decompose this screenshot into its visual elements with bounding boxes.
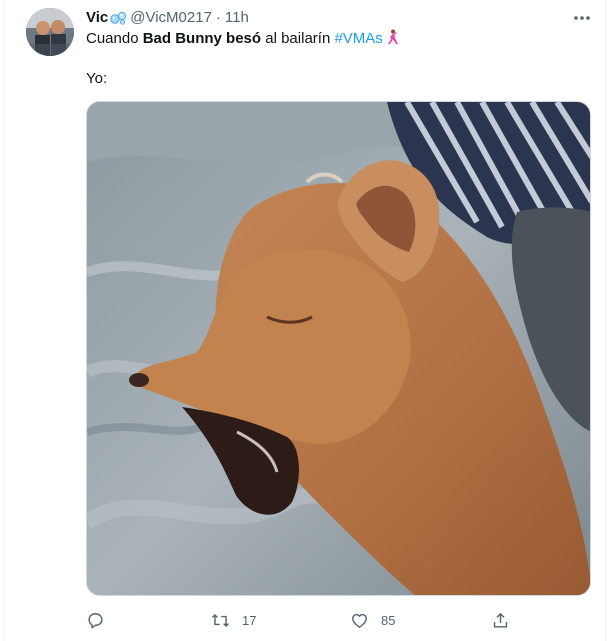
photo-dog-yawning <box>87 102 590 595</box>
avatar[interactable] <box>26 8 74 56</box>
tweet-text-prefix: Cuando <box>86 30 143 47</box>
like-button[interactable]: 85 <box>350 606 395 634</box>
tweet-text-bold: Bad Bunny besó <box>142 30 262 47</box>
retweet-count: 17 <box>242 612 257 628</box>
bubbles-emoji-icon <box>110 11 127 25</box>
reply-button[interactable] <box>86 606 105 634</box>
retweet-icon <box>212 613 229 627</box>
dancing-person-emoji-icon <box>385 29 399 45</box>
retweet-button[interactable]: 17 <box>211 606 256 634</box>
more-icon <box>574 16 590 20</box>
tweet-card[interactable]: Vic @VicM0217 · 11h Cuando Bad Bunny bes… <box>4 0 606 641</box>
tweet-timestamp[interactable]: 11h <box>225 8 249 28</box>
tweet-media-image[interactable] <box>86 101 591 596</box>
reply-icon <box>88 612 103 628</box>
author-name[interactable]: Vic <box>86 8 108 28</box>
tweet-header: Vic @VicM0217 · 11h <box>86 8 249 28</box>
heart-icon <box>352 613 367 628</box>
tweet-text: Cuando Bad Bunny besó al bailarín #VMAs <box>86 29 399 49</box>
like-count: 85 <box>381 612 396 628</box>
tweet-action-bar: 17 85 <box>86 606 591 634</box>
author-handle[interactable]: @VicM0217 <box>130 8 212 28</box>
avatar-image <box>26 8 74 56</box>
more-options-button[interactable] <box>570 8 594 28</box>
header-separator: · <box>215 9 221 26</box>
share-icon <box>493 612 508 628</box>
share-button[interactable] <box>491 606 510 634</box>
tweet-text-second-line: Yo: <box>86 70 108 87</box>
tweet-text-middle: al bailarín <box>261 30 335 47</box>
hashtag-link[interactable]: #VMAs <box>334 30 382 47</box>
